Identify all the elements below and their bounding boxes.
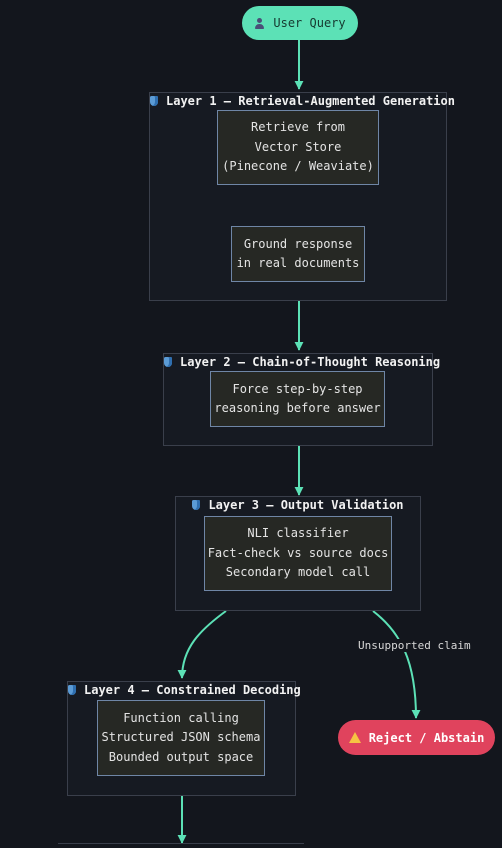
node-user-query[interactable]: User Query xyxy=(242,6,358,40)
box-line: Secondary model call xyxy=(225,565,371,580)
node-function-calling[interactable]: Function calling Structured JSON schema … xyxy=(97,700,265,776)
shield-icon xyxy=(150,96,158,106)
layer-4-title: Layer 4 — Constrained Decoding xyxy=(68,682,301,698)
node-reject-label: Reject / Abstain xyxy=(368,730,485,745)
layer-2-title: Layer 2 — Chain-of-Thought Reasoning xyxy=(164,354,440,370)
shield-icon xyxy=(164,357,172,367)
box-line: Bounded output space xyxy=(108,749,254,764)
box-line: Function calling xyxy=(123,710,239,725)
box-line: Fact-check vs source docs xyxy=(207,545,389,560)
layer-1-title: Layer 1 — Retrieval-Augmented Generation xyxy=(150,93,455,109)
node-reject-abstain[interactable]: Reject / Abstain xyxy=(338,720,495,755)
person-icon xyxy=(254,17,265,29)
node-ground-response[interactable]: Ground response in real documents xyxy=(231,226,365,282)
box-line: reasoning before answer xyxy=(214,401,381,415)
node-user-query-label: User Query xyxy=(273,16,346,30)
edge-layer3-to-layer4 xyxy=(177,610,227,679)
box-line: Ground response xyxy=(243,236,353,251)
box-line: (Pinecone / Weaviate) xyxy=(222,159,374,174)
box-line: NLI classifier xyxy=(247,526,349,541)
box-line: Vector Store xyxy=(254,139,342,154)
box-line: Retrieve from xyxy=(251,120,345,135)
box-line: in real documents xyxy=(236,256,360,270)
box-line: Structured JSON schema xyxy=(101,730,261,745)
layer-3-title: Layer 3 — Output Validation xyxy=(176,497,420,513)
edge-layer3-to-reject xyxy=(372,610,421,719)
shield-icon xyxy=(68,685,76,695)
node-force-step-by-step[interactable]: Force step-by-step reasoning before answ… xyxy=(210,371,385,427)
box-line: Force step-by-step xyxy=(232,381,363,396)
edge-label-unsupported-claim: Unsupported claim xyxy=(356,639,473,652)
node-retrieve-vector-store[interactable]: Retrieve from Vector Store (Pinecone / W… xyxy=(217,110,379,185)
node-nli-classifier[interactable]: NLI classifier Fact-check vs source docs… xyxy=(204,516,392,591)
warning-icon xyxy=(348,732,361,743)
next-layer-edge xyxy=(58,843,304,848)
shield-icon xyxy=(192,500,201,510)
